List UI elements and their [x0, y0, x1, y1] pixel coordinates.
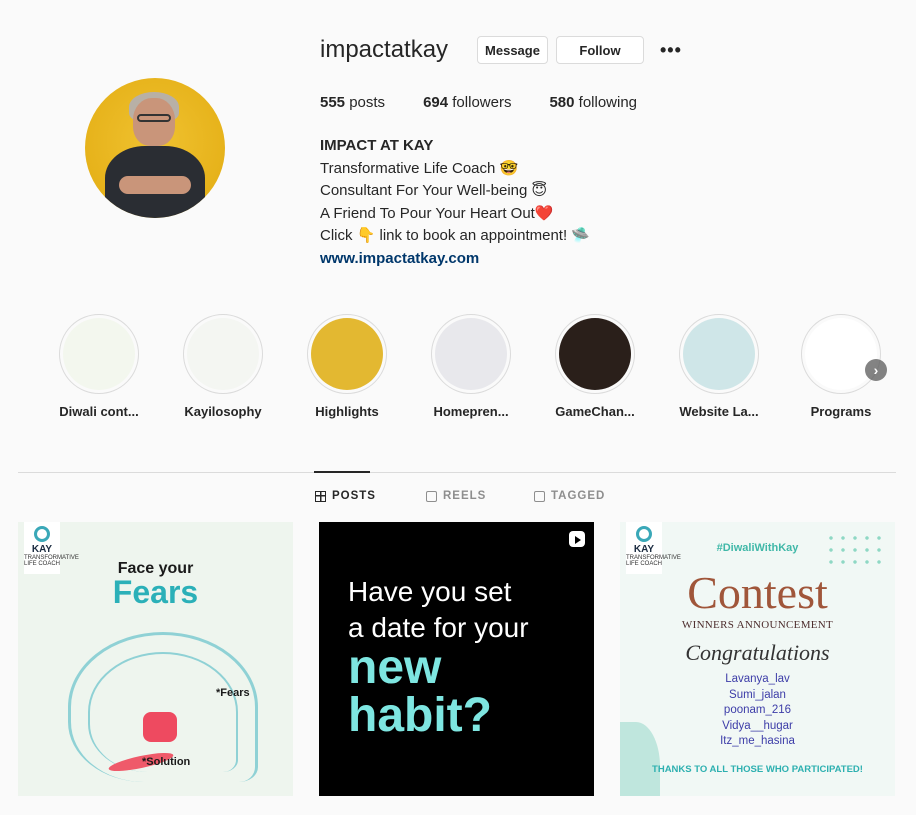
post-title-line-2: Fears [112, 574, 199, 610]
reel-icon [569, 531, 585, 547]
winner-name: Lavanya_lav [725, 673, 790, 685]
followers-label: followers [452, 94, 512, 111]
followers-stat[interactable]: 694 followers [423, 94, 511, 111]
fears-label: *Fears [216, 687, 250, 699]
profile-username: impactatkay [320, 36, 449, 63]
tagged-icon [534, 490, 545, 502]
bio-name: IMPACT AT KAY [320, 137, 434, 154]
active-tab-indicator [314, 471, 370, 473]
reel-line-3: new [348, 641, 442, 694]
highlight-cover [559, 318, 631, 390]
highlight-cover [805, 318, 877, 390]
winner-name: Sumi_jalan [729, 688, 786, 701]
posts-count: 555 [320, 94, 346, 111]
more-options-icon[interactable]: ••• [660, 40, 682, 60]
posts-stat: 555 posts [320, 94, 385, 111]
highlight-cover [311, 318, 383, 390]
congratulations-text: Congratulations [685, 640, 830, 665]
highlight-ring [307, 314, 387, 394]
winner-list: Lavanya_lav Sumi_jalan poonam_216 Vidya_… [620, 672, 895, 750]
post-new-habit-reel[interactable]: Have you set a date for your new habit? [319, 522, 594, 796]
reel-line-1: Have you set [348, 576, 512, 607]
thanks-text: THANKS TO ALL THOSE WHO PARTICIPATED! [652, 764, 863, 775]
highlight-website-launch[interactable]: Website La... [664, 314, 774, 419]
highlight-ring [183, 314, 263, 394]
post-hashtag: #DiwaliWithKay [716, 542, 799, 554]
tab-reels[interactable]: REELS [426, 490, 486, 502]
solution-label: *Solution [142, 756, 191, 768]
profile-stats: 555 posts 694 followers 580 following [320, 94, 675, 111]
highlight-label: Highlights [315, 404, 379, 419]
highlight-homepreneurs[interactable]: Homepren... [416, 314, 526, 419]
highlight-ring [555, 314, 635, 394]
kay-logo-name: KAY [31, 544, 53, 555]
kay-logo-mark [636, 526, 652, 542]
following-label: following [578, 94, 638, 111]
highlight-highlights[interactable]: Highlights [292, 314, 402, 419]
post-face-your-fears[interactable]: KAY TRANSFORMATIVE LIFE COACH Face your … [18, 522, 293, 796]
reels-icon [426, 490, 437, 502]
grid-icon [315, 490, 326, 502]
highlight-gamechanger[interactable]: GameChan... [540, 314, 650, 419]
avatar-arms [119, 176, 191, 194]
highlight-cover [435, 318, 507, 390]
highlight-ring [801, 314, 881, 394]
message-button[interactable]: Message [477, 36, 548, 64]
highlight-label: Programs [810, 404, 872, 419]
highlight-label: Homepren... [433, 404, 509, 419]
reel-line-4: habit? [348, 689, 492, 742]
winner-name: poonam_216 [723, 704, 792, 716]
winners-subtitle: WINNERS ANNOUNCEMENT [681, 619, 834, 631]
highlight-cover [63, 318, 135, 390]
avatar-glasses [137, 114, 171, 122]
tab-reels-label: REELS [443, 490, 487, 502]
winner-name: Vidya__hugar [722, 719, 793, 732]
reel-text-bottom: new habit? [348, 644, 492, 740]
highlight-diwali-contest[interactable]: Diwali cont... [44, 314, 154, 419]
post-contest-winners[interactable]: KAY TRANSFORMATIVE LIFE COACH #DiwaliWit… [620, 522, 895, 796]
bio-line-2: Consultant For Your Well-being 😇 [320, 182, 548, 199]
follow-button[interactable]: Follow [556, 36, 644, 64]
avatar-face [133, 98, 175, 146]
kay-logo-mark [34, 526, 50, 542]
highlight-label: Diwali cont... [59, 404, 139, 419]
reel-text-top: Have you set a date for your [348, 574, 529, 646]
highlight-kayilosophy[interactable]: Kayilosophy [168, 314, 278, 419]
highlight-ring [59, 314, 139, 394]
chevron-right-icon[interactable]: › [865, 359, 887, 381]
highlight-cover [187, 318, 259, 390]
profile-bio: IMPACT AT KAY Transformative Life Coach … [320, 135, 590, 270]
highlight-label: Website La... [679, 404, 759, 419]
highlight-ring [431, 314, 511, 394]
tab-posts-label: POSTS [332, 490, 376, 502]
highlight-ring [679, 314, 759, 394]
highlight-label: GameChan... [555, 404, 635, 419]
bio-line-3: A Friend To Pour Your Heart Out❤️ [320, 204, 554, 222]
contest-title: Contest [687, 567, 828, 618]
tab-tagged[interactable]: TAGGED [534, 490, 605, 502]
story-highlights: Diwali cont... Kayilosophy Highlights Ho… [40, 314, 900, 424]
bio-line-1: Transformative Life Coach 🤓 [320, 159, 519, 177]
highlight-cover [683, 318, 755, 390]
bio-website-link[interactable]: www.impactatkay.com [320, 248, 590, 271]
highlight-label: Kayilosophy [184, 404, 262, 419]
tab-posts[interactable]: POSTS [315, 490, 376, 502]
following-count: 580 [549, 94, 575, 111]
following-stat[interactable]: 580 following [549, 94, 637, 111]
bio-line-4: Click 👇 link to book an appointment! 🛸 [320, 227, 590, 244]
followers-count: 694 [423, 94, 449, 111]
profile-tabs: POSTS REELS TAGGED [0, 490, 916, 506]
surfer-illustration [143, 712, 177, 742]
tabs-divider [18, 472, 896, 473]
profile-avatar[interactable] [85, 78, 225, 218]
posts-label: posts [349, 94, 386, 111]
tab-tagged-label: TAGGED [551, 490, 606, 502]
winner-name: Itz_me_hasina [720, 735, 795, 747]
